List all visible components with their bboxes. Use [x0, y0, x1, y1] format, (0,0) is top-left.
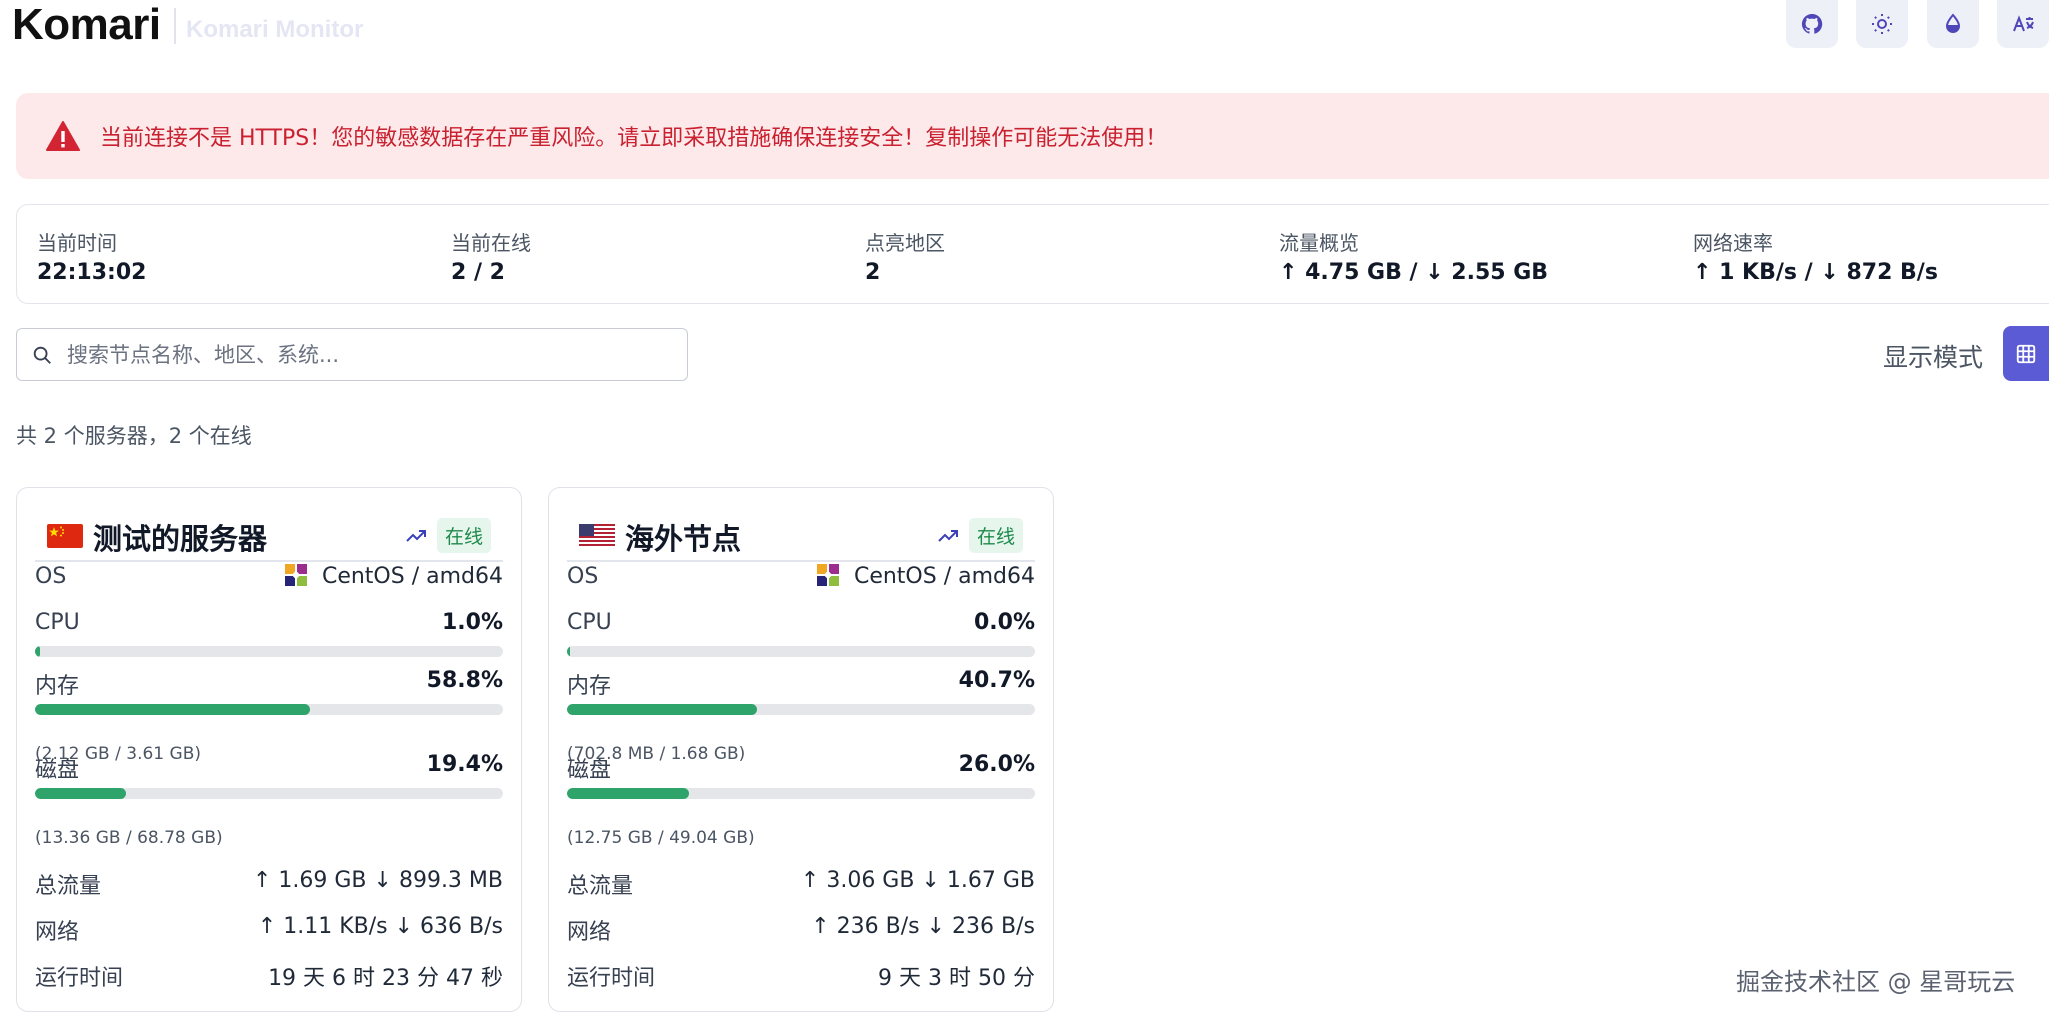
server-name: 测试的服务器 [93, 522, 268, 556]
cpu-bar-fill [567, 646, 570, 657]
stat-label: 网络速率 [1693, 231, 1773, 255]
stat-label: 流量概览 [1279, 231, 1359, 255]
stat-value: ↑ 1 KB/s / ↓ 872 B/s [1693, 260, 1938, 285]
warning-icon [46, 121, 80, 151]
memory-bar-fill [567, 704, 758, 715]
language-button[interactable] [1997, 0, 2049, 48]
theme-toggle-button[interactable] [1856, 0, 1908, 48]
cpu-value: 1.0% [441, 610, 503, 635]
os-text: CentOS / amd64 [321, 564, 503, 589]
disk-value: 19.4% [426, 752, 503, 777]
traffic-label: 总流量 [567, 874, 634, 899]
network-label: 网络 [567, 920, 612, 945]
centos-icon [816, 564, 839, 586]
color-theme-button[interactable] [1927, 0, 1979, 48]
stat-label: 当前时间 [37, 231, 117, 255]
cpu-label: CPU [567, 610, 612, 635]
disk-value: 26.0% [958, 752, 1035, 777]
memory-label: 内存 [567, 674, 612, 699]
stat-label: 点亮地区 [865, 231, 945, 255]
sun-icon [1872, 14, 1892, 34]
display-mode-label: 显示模式 [1883, 343, 1984, 372]
watermark: 掘金技术社区 @ 星哥玩云 [1736, 968, 2016, 996]
stat-current-time: 当前时间 22:13:02 [37, 227, 146, 285]
disk-bar [567, 788, 1035, 799]
us-flag-icon [579, 524, 615, 548]
memory-value: 58.8% [426, 668, 503, 693]
stat-speed: 网络速率 ↑ 1 KB/s / ↓ 872 B/s [1693, 227, 1938, 285]
memory-value: 40.7% [958, 668, 1035, 693]
cpu-bar-fill [35, 646, 40, 657]
stat-value: ↑ 4.75 GB / ↓ 2.55 GB [1279, 260, 1549, 285]
disk-detail: (12.75 GB / 49.04 GB) [567, 828, 755, 848]
display-mode-button[interactable] [2003, 326, 2049, 381]
search-box[interactable] [16, 328, 688, 381]
memory-bar [567, 704, 1035, 715]
stat-value: 22:13:02 [37, 260, 147, 285]
status-badge: 在线 [437, 518, 492, 553]
network-value: ↑ 1.11 KB/s ↓ 636 B/s [257, 914, 503, 939]
disk-bar-fill [567, 788, 689, 799]
cpu-label: CPU [35, 610, 80, 635]
uptime-value: 9 天 3 时 50 分 [878, 966, 1035, 991]
traffic-value: ↑ 1.69 GB ↓ 899.3 MB [252, 868, 503, 893]
trending-up-icon[interactable] [937, 526, 959, 544]
traffic-label: 总流量 [35, 874, 102, 899]
os-value: CentOS / amd64 [282, 564, 503, 589]
header: Komari Komari Monitor [0, 0, 2049, 60]
disk-label: 磁盘 [567, 758, 612, 783]
status-badge: 在线 [969, 518, 1024, 553]
uptime-label: 运行时间 [35, 966, 124, 991]
stat-traffic: 流量概览 ↑ 4.75 GB / ↓ 2.55 GB [1279, 227, 1548, 285]
cpu-value: 0.0% [973, 610, 1035, 635]
app-subtitle: Komari Monitor [186, 16, 364, 43]
os-text: CentOS / amd64 [853, 564, 1035, 589]
uptime-value: 19 天 6 时 23 分 47 秒 [268, 966, 503, 991]
disk-label: 磁盘 [35, 758, 80, 783]
uptime-label: 运行时间 [567, 966, 656, 991]
disk-bar [35, 788, 503, 799]
cpu-bar [35, 646, 503, 657]
search-icon [33, 346, 51, 364]
droplet-icon [1945, 13, 1961, 33]
stat-regions: 点亮地区 2 [865, 227, 945, 285]
os-label: OS [35, 564, 67, 589]
translate-icon [2013, 15, 2034, 32]
server-card[interactable]: 海外节点 在线 OS CentOS / amd64 CPU 0.0% 内存 40… [548, 487, 1054, 1012]
github-icon [1801, 13, 1823, 34]
os-label: OS [567, 564, 599, 589]
memory-bar-fill [35, 704, 311, 715]
github-button[interactable] [1786, 0, 1838, 48]
card-header: 测试的服务器 在线 [35, 512, 503, 562]
server-name: 海外节点 [625, 522, 742, 556]
centos-icon [284, 564, 307, 586]
network-label: 网络 [35, 920, 80, 945]
stat-online: 当前在线 2 / 2 [451, 227, 531, 285]
network-value: ↑ 236 B/s ↓ 236 B/s [811, 914, 1035, 939]
memory-label: 内存 [35, 674, 80, 699]
server-card[interactable]: 测试的服务器 在线 OS CentOS / amd64 CPU 1.0% 内存 … [16, 487, 522, 1012]
trending-up-icon[interactable] [405, 526, 427, 544]
server-count: 共 2 个服务器，2 个在线 [16, 424, 252, 448]
grid-icon [2016, 344, 2036, 363]
logo-divider [174, 8, 176, 44]
china-flag-icon [47, 524, 83, 548]
cpu-bar [567, 646, 1035, 657]
stat-label: 当前在线 [451, 231, 531, 255]
alert-message: 当前连接不是 HTTPS！您的敏感数据存在严重风险。请立即采取措施确保连接安全！… [100, 126, 1168, 151]
stats-panel: 当前时间 22:13:02 当前在线 2 / 2 点亮地区 2 流量概览 ↑ 4… [16, 204, 2049, 304]
traffic-value: ↑ 3.06 GB ↓ 1.67 GB [800, 868, 1035, 893]
memory-bar [35, 704, 503, 715]
card-header: 海外节点 在线 [567, 512, 1035, 562]
stat-value: 2 [865, 260, 881, 285]
disk-detail: (13.36 GB / 68.78 GB) [35, 828, 223, 848]
os-value: CentOS / amd64 [814, 564, 1035, 589]
app-logo[interactable]: Komari [12, 0, 161, 50]
disk-bar-fill [35, 788, 126, 799]
search-input[interactable] [67, 342, 627, 367]
stat-value: 2 / 2 [451, 260, 505, 285]
https-warning-alert: 当前连接不是 HTTPS！您的敏感数据存在严重风险。请立即采取措施确保连接安全！… [16, 93, 2049, 179]
